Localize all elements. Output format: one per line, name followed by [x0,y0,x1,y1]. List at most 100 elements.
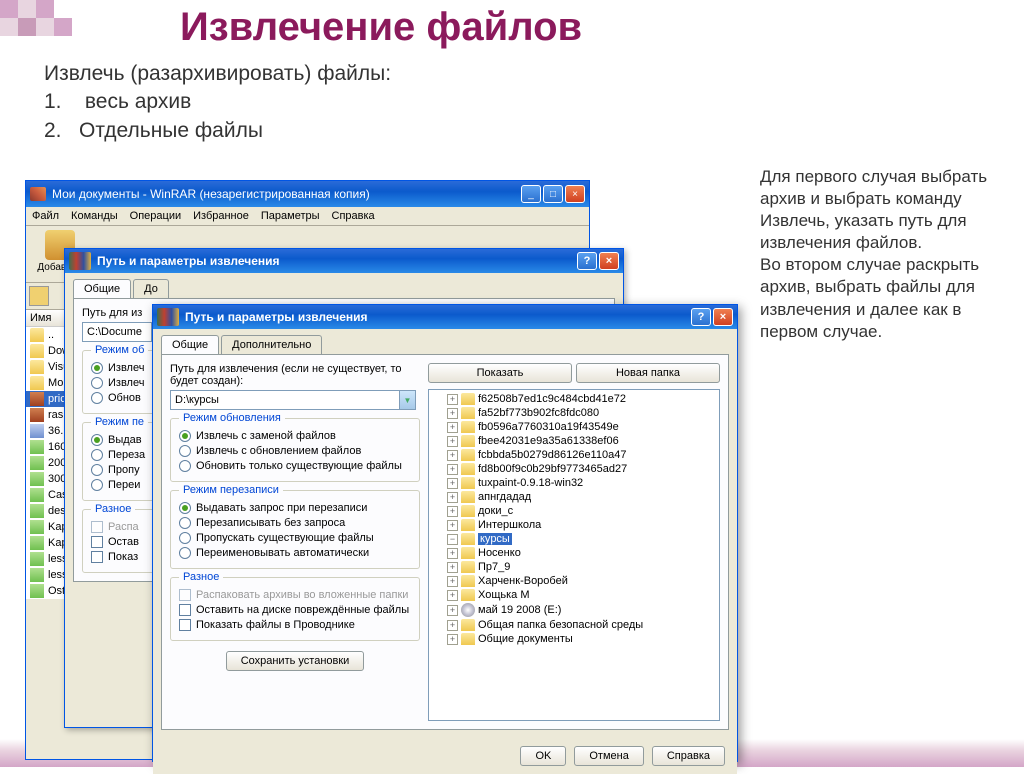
expander-icon[interactable]: − [447,534,458,545]
tree-item[interactable]: + Пр7_9 [431,560,717,574]
radio-upd-1[interactable] [179,430,191,442]
menu-options[interactable]: Параметры [261,210,320,222]
path-input[interactable] [82,322,152,342]
close-button[interactable]: × [565,185,585,203]
help-button[interactable]: ? [691,308,711,326]
tree-item[interactable]: +fcbbda5b0279d86126e110a47 [431,448,717,462]
menu-commands[interactable]: Команды [71,210,118,222]
cancel-button[interactable]: Отмена [574,746,643,766]
path-input[interactable] [170,390,400,410]
ok-button[interactable]: OK [520,746,566,766]
help-button[interactable]: ? [577,252,597,270]
check-misc-1[interactable] [179,589,191,601]
expander-icon[interactable]: + [447,576,458,587]
tree-item[interactable]: +f62508b7ed1c9c484cbd41e72 [431,392,717,406]
tree-item[interactable]: +апнгдадад [431,490,717,504]
menu-help[interactable]: Справка [332,210,375,222]
expander-icon[interactable]: + [447,478,458,489]
check-misc-1[interactable] [91,521,103,533]
menu-operations[interactable]: Операции [130,210,181,222]
menu-file[interactable]: Файл [32,210,59,222]
check-misc-3[interactable] [91,551,103,563]
check-misc-3[interactable] [179,619,191,631]
group-update: Режим об [91,344,148,356]
tree-item[interactable]: +tuxpaint-0.9.18-win32 [431,476,717,490]
tree-item[interactable]: +Хощька М [431,588,717,602]
radio-ow-3[interactable] [179,532,191,544]
folder-tree[interactable]: +f62508b7ed1c9c484cbd41e72+fa52bf773b902… [428,389,720,721]
menu-favorites[interactable]: Избранное [193,210,249,222]
new-folder-button[interactable]: Новая папка [576,363,720,383]
dialog-footer: OK Отмена Справка [153,738,737,774]
expander-icon[interactable]: + [447,394,458,405]
expander-icon[interactable]: + [447,562,458,573]
radio-ow-3[interactable] [91,464,103,476]
expander-icon[interactable]: + [447,408,458,419]
tree-label: курсы [478,533,512,545]
expander-icon[interactable]: + [447,464,458,475]
expander-icon[interactable]: + [447,605,458,616]
tree-label: Интершкола [478,519,541,531]
dialog-titlebar[interactable]: Путь и параметры извлечения ? × [153,305,737,329]
expander-icon[interactable]: + [447,620,458,631]
dialog-title: Путь и параметры извлечения [97,254,280,268]
maximize-button[interactable]: □ [543,185,563,203]
img-icon [30,584,44,598]
expander-icon[interactable]: + [447,634,458,645]
tab-advanced[interactable]: Дополнительно [221,335,322,354]
radio-ow-1[interactable] [179,502,191,514]
radio-ow-4[interactable] [91,479,103,491]
close-button[interactable]: × [599,252,619,270]
tree-label: Пр7_9 [478,561,510,573]
expander-icon[interactable]: + [447,436,458,447]
tree-item[interactable]: +Носенко [431,546,717,560]
radio-ow-4[interactable] [179,547,191,559]
tab-advanced[interactable]: До [133,279,169,298]
folder-icon [461,519,475,531]
folder-icon [461,619,475,631]
winrar-app-icon [30,187,46,201]
folder-icon [461,633,475,645]
radio-ow-1[interactable] [91,434,103,446]
tree-item[interactable]: +fb0596a7760310a19f43549e [431,420,717,434]
expander-icon[interactable]: + [447,590,458,601]
expander-icon[interactable]: + [447,492,458,503]
save-settings-button[interactable]: Сохранить установки [226,651,365,671]
up-button[interactable] [29,286,49,306]
radio-upd-1[interactable] [91,362,103,374]
img-icon [30,440,44,454]
tree-item[interactable]: + Интершкола [431,518,717,532]
tree-item[interactable]: +Общие документы [431,632,717,646]
tree-item[interactable]: +доки_с [431,504,717,518]
show-button[interactable]: Показать [428,363,572,383]
winrar-titlebar[interactable]: Мои документы - WinRAR (незарегистрирова… [26,181,589,207]
expander-icon[interactable]: + [447,506,458,517]
radio-ow-2[interactable] [179,517,191,529]
img-icon [30,504,44,518]
tree-item[interactable]: +Общая папка безопасной среды [431,618,717,632]
radio-upd-3[interactable] [179,460,191,472]
tab-general[interactable]: Общие [73,279,131,298]
check-misc-2[interactable] [179,604,191,616]
path-dropdown[interactable]: ▼ [400,390,416,410]
minimize-button[interactable]: _ [521,185,541,203]
expander-icon[interactable]: + [447,422,458,433]
check-misc-2[interactable] [91,536,103,548]
radio-upd-2[interactable] [179,445,191,457]
tree-item[interactable]: +май 19 2008 (E:) [431,602,717,618]
help-button[interactable]: Справка [652,746,725,766]
tab-general[interactable]: Общие [161,335,219,354]
radio-upd-3[interactable] [91,392,103,404]
expander-icon[interactable]: + [447,450,458,461]
tree-item[interactable]: +fa52bf773b902fc8fdc080 [431,406,717,420]
tree-item[interactable]: +fbee42031e9a35a61338ef06 [431,434,717,448]
tree-item[interactable]: +fd8b00f9c0b29bf9773465ad27 [431,462,717,476]
tree-item[interactable]: − курсы [431,532,717,546]
tree-item[interactable]: +Харченк-Воробей [431,574,717,588]
radio-upd-2[interactable] [91,377,103,389]
expander-icon[interactable]: + [447,548,458,559]
close-button[interactable]: × [713,308,733,326]
expander-icon[interactable]: + [447,520,458,531]
dialog-titlebar[interactable]: Путь и параметры извлечения ? × [65,249,623,273]
radio-ow-2[interactable] [91,449,103,461]
